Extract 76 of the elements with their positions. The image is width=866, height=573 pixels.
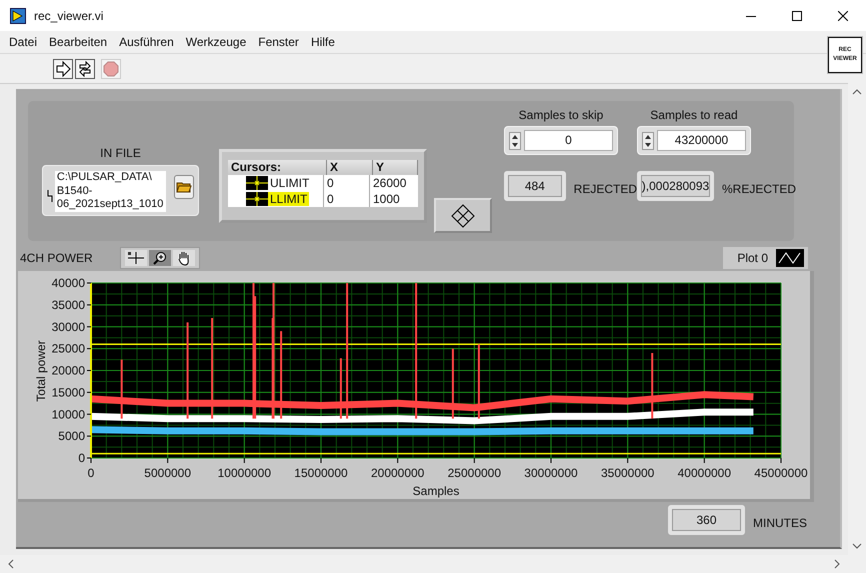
x-tick-label: 25000000 <box>448 466 502 480</box>
column-header: X <box>327 160 373 175</box>
samples-to-skip-control[interactable]: 0 <box>504 126 618 155</box>
cursor-move-button[interactable] <box>434 198 492 233</box>
samples-to-read-control[interactable]: 43200000 <box>637 126 751 155</box>
close-icon <box>838 10 848 20</box>
window-title: rec_viewer.vi <box>34 8 104 22</box>
cursor-icon <box>246 176 268 190</box>
y-axis-title: Total power <box>34 340 48 402</box>
tree-icon <box>47 189 53 203</box>
y-tick-label: 15000 <box>52 385 85 400</box>
y-tick-label: 40000 <box>52 276 85 290</box>
menu-item[interactable]: Fenster <box>252 35 305 49</box>
decrement-arrow-icon[interactable] <box>643 140 653 148</box>
menu-item[interactable]: Bearbeiten <box>43 35 114 49</box>
in-file-label: IN FILE <box>100 146 141 160</box>
x-tick-label: 45000000 <box>754 466 808 480</box>
samples-to-read-label: Samples to read <box>650 108 738 122</box>
diamond-icon <box>451 204 475 228</box>
x-tick-label: 10000000 <box>218 466 272 480</box>
percent-rejected-label: %REJECTED <box>722 182 796 196</box>
decrement-arrow-icon[interactable] <box>510 140 520 148</box>
cursor-name[interactable]: ULIMIT <box>268 176 312 190</box>
x-tick-label: 30000000 <box>524 466 578 480</box>
y-tick-label: 25000 <box>52 342 85 356</box>
run-continuously-button[interactable] <box>75 58 95 78</box>
x-tick-label: 5000000 <box>144 466 192 480</box>
y-tick-label: 5000 <box>58 429 85 444</box>
file-path-control[interactable]: C:\PULSAR_DATA\ B1540- 06_2021sept13_1010 <box>42 165 199 216</box>
column-header: Y <box>373 160 418 175</box>
y-tick-label: 35000 <box>52 298 85 312</box>
x-axis-title: Samples <box>412 484 460 498</box>
samples-to-skip-label: Samples to skip <box>518 108 604 122</box>
crosshair-icon[interactable] <box>124 250 147 266</box>
folder-icon <box>176 181 192 193</box>
menu-item[interactable]: Werkzeuge <box>180 35 252 49</box>
x-tick-label: 20000000 <box>370 466 424 480</box>
x-tick-label: 35000000 <box>600 466 654 480</box>
table-cell: 0 <box>323 191 369 207</box>
y-tick-label: 0 <box>78 451 85 465</box>
increment-arrow-icon[interactable] <box>643 132 653 140</box>
plot-name: Plot 0 <box>737 251 768 265</box>
cursor-name[interactable]: LLIMIT <box>268 192 310 206</box>
cursor-line[interactable] <box>91 452 781 454</box>
minutes-indicator: 360 <box>668 505 745 535</box>
maximize-icon <box>792 10 802 20</box>
percent-rejected-indicator: ),000280093 <box>637 171 714 201</box>
file-path-text: B1540- <box>56 184 92 198</box>
line-style-icon <box>776 249 804 267</box>
minutes-label: MINUTES <box>753 516 807 530</box>
horizontal-scrollbar[interactable] <box>0 555 866 573</box>
samples-to-skip-value: 0 <box>524 130 613 151</box>
table-cell: 1000 <box>369 191 414 207</box>
samples-to-read-value: 43200000 <box>657 130 746 151</box>
y-tick-label: 30000 <box>52 320 85 334</box>
x-tick-label: 40000000 <box>678 466 732 480</box>
file-path-text: C:\PULSAR_DATA\ <box>56 171 152 184</box>
menu-item[interactable]: Ausführen <box>113 35 180 49</box>
menu-item[interactable]: Hilfe <box>304 35 341 49</box>
cursor-icon <box>246 192 268 206</box>
graph-label: 4CH POWER <box>20 251 93 265</box>
y-tick-label: 10000 <box>52 407 85 422</box>
hand-icon[interactable] <box>172 250 195 266</box>
y-tick-label: 20000 <box>52 364 85 378</box>
increment-arrow-icon[interactable] <box>510 132 520 140</box>
column-header: Cursors: <box>228 160 327 175</box>
file-path-text: 06_2021sept13_1010 <box>56 198 164 212</box>
run-button[interactable] <box>53 58 73 78</box>
x-tick-label: 0 <box>88 466 94 480</box>
menu-item[interactable]: Datei <box>3 35 44 49</box>
browse-button[interactable] <box>174 175 194 199</box>
app-icon <box>10 8 26 24</box>
x-tick-label: 15000000 <box>294 466 348 480</box>
rejected-label: REJECTED <box>574 182 637 196</box>
zoom-icon[interactable] <box>148 250 171 266</box>
rejected-indicator: 484 <box>504 171 566 201</box>
